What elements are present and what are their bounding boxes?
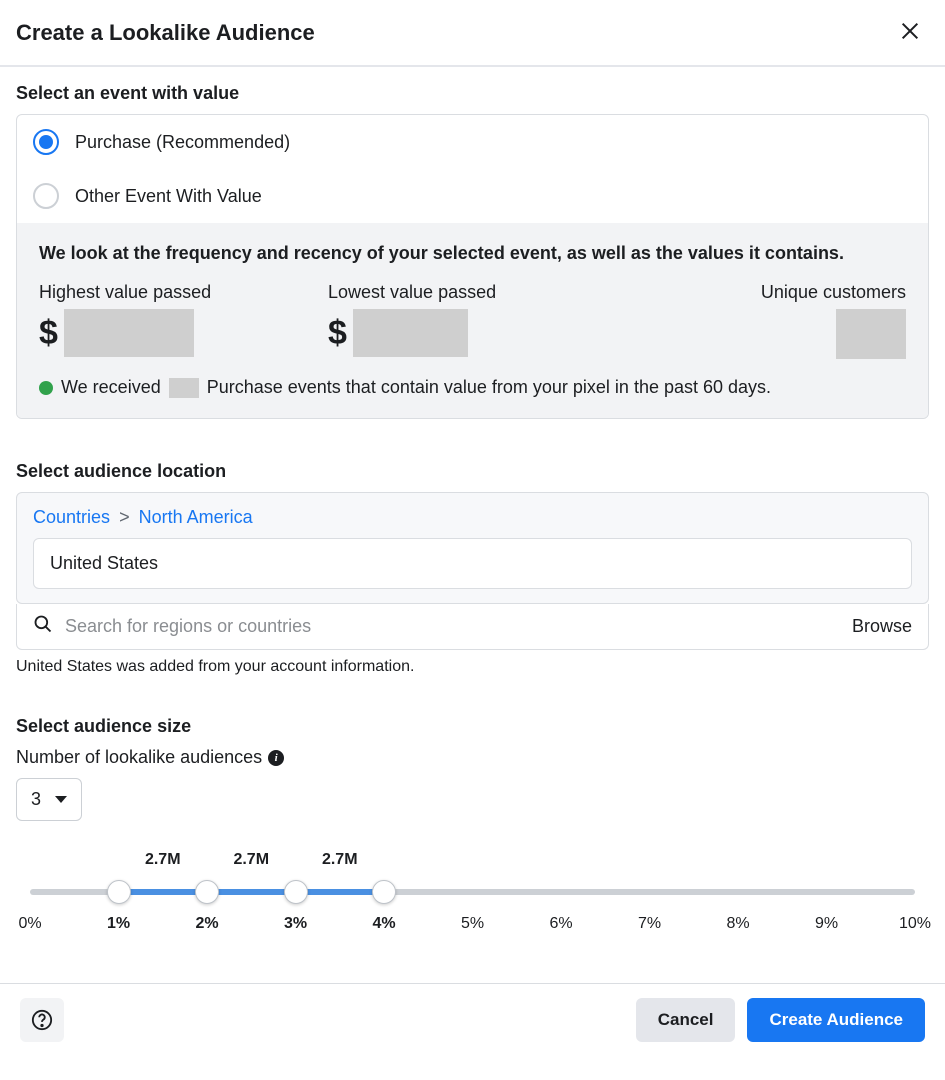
slider-tick-label: 0%: [18, 915, 41, 933]
help-button[interactable]: [20, 998, 64, 1042]
select-size-title: Select audience size: [16, 716, 929, 737]
slider-tick-label: 7%: [638, 915, 661, 933]
lookalike-count-row: Number of lookalike audiences i: [16, 747, 929, 768]
dollar-icon: $: [39, 314, 58, 353]
stat-lowest: Lowest value passed $: [328, 282, 617, 359]
close-icon: [899, 20, 921, 42]
browse-button[interactable]: Browse: [852, 616, 912, 637]
lookalike-subtitle: Number of lookalike audiences: [16, 747, 262, 768]
slider-tick-label: 8%: [726, 915, 749, 933]
slider-tick-label: 6%: [549, 915, 572, 933]
selected-location[interactable]: United States: [33, 538, 912, 589]
stat-label: Unique customers: [617, 282, 906, 303]
slider-size-label: 2.7M: [145, 851, 181, 869]
create-audience-button[interactable]: Create Audience: [747, 998, 925, 1042]
stats-row: Highest value passed $ Lowest value pass…: [39, 282, 906, 359]
slider-track[interactable]: [30, 879, 915, 905]
stat-label: Highest value passed: [39, 282, 328, 303]
dialog-header: Create a Lookalike Audience: [0, 0, 945, 67]
slider-handle[interactable]: [284, 880, 308, 904]
radio-label: Purchase (Recommended): [75, 132, 290, 153]
location-hint: United States was added from your accoun…: [16, 658, 929, 676]
slider-size-label: 2.7M: [233, 851, 269, 869]
close-button[interactable]: [895, 16, 925, 49]
slider-tick-label: 1%: [107, 915, 130, 933]
radio-label: Other Event With Value: [75, 186, 262, 207]
slider-tick-label: 10%: [899, 915, 931, 933]
slider-tick-label: 4%: [372, 915, 395, 933]
search-icon: [33, 614, 53, 639]
slider-handle[interactable]: [107, 880, 131, 904]
redacted-value: [64, 309, 194, 357]
radio-other-event[interactable]: Other Event With Value: [17, 169, 928, 223]
slider-handle[interactable]: [372, 880, 396, 904]
redacted-value: [836, 309, 906, 359]
slider-handle[interactable]: [195, 880, 219, 904]
event-info-panel: We look at the frequency and recency of …: [17, 223, 928, 418]
status-suffix: Purchase events that contain value from …: [207, 377, 771, 398]
event-radio-panel: Purchase (Recommended) Other Event With …: [16, 114, 929, 419]
select-location-title: Select audience location: [16, 461, 929, 482]
slider-tick-label: 3%: [284, 915, 307, 933]
select-value: 3: [31, 789, 41, 810]
radio-indicator: [33, 183, 59, 209]
chevron-down-icon: [55, 796, 67, 803]
breadcrumb-north-america[interactable]: North America: [139, 507, 253, 527]
radio-purchase[interactable]: Purchase (Recommended): [17, 115, 928, 169]
slider-tick-label: 5%: [461, 915, 484, 933]
dialog-title: Create a Lookalike Audience: [16, 20, 315, 46]
stat-highest: Highest value passed $: [39, 282, 328, 359]
help-icon: [31, 1009, 53, 1031]
audience-size-slider: 2.7M 2.7M 2.7M 0% 1% 2% 3% 4% 5% 6% 7% 8% 9% 10%: [16, 851, 929, 937]
cancel-button[interactable]: Cancel: [636, 998, 736, 1042]
lookalike-count-select[interactable]: 3: [16, 778, 82, 821]
stat-unique: Unique customers: [617, 282, 906, 359]
status-row: We received Purchase events that contain…: [39, 377, 906, 398]
location-panel: Countries > North America United States: [16, 492, 929, 604]
info-icon[interactable]: i: [268, 750, 284, 766]
location-search-input[interactable]: [65, 616, 840, 637]
select-event-title: Select an event with value: [16, 83, 929, 104]
stat-label: Lowest value passed: [328, 282, 617, 303]
location-breadcrumb: Countries > North America: [33, 507, 912, 528]
dollar-icon: $: [328, 314, 347, 353]
info-headline: We look at the frequency and recency of …: [39, 243, 906, 264]
location-search-row: Browse: [16, 604, 929, 650]
breadcrumb-countries[interactable]: Countries: [33, 507, 110, 527]
redacted-value: [169, 378, 199, 398]
dialog-footer: Cancel Create Audience: [0, 983, 945, 1056]
slider-size-label: 2.7M: [322, 851, 358, 869]
breadcrumb-separator: >: [119, 507, 130, 527]
status-prefix: We received: [61, 377, 161, 398]
redacted-value: [353, 309, 468, 357]
slider-tick-label: 2%: [195, 915, 218, 933]
status-dot-icon: [39, 381, 53, 395]
slider-tick-label: 9%: [815, 915, 838, 933]
radio-indicator: [33, 129, 59, 155]
